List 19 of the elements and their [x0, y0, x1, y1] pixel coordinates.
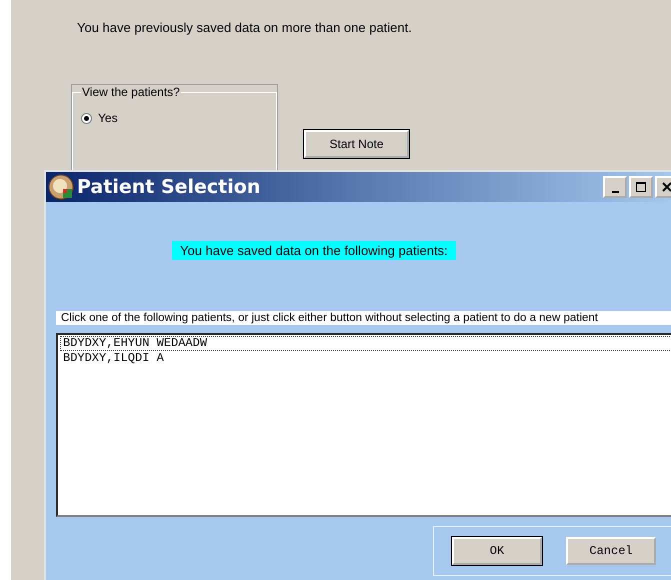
start-note-button[interactable]: Start Note — [304, 130, 409, 158]
maximize-button[interactable] — [629, 176, 653, 198]
patient-list[interactable]: BDYDXY,EHYUN WEDAADW BDYDXY,ILQDI A — [56, 333, 671, 517]
minimize-icon — [612, 191, 618, 193]
radio-option[interactable]: Yes — [81, 111, 268, 125]
window-title: Patient Selection — [77, 176, 262, 198]
message-text: You have previously saved data on more than one patient. — [77, 20, 413, 35]
app-icon — [48, 174, 74, 200]
maximize-icon — [635, 181, 647, 193]
instruction-text: Click one of the following patients, or just click either button without selecting a patient to do a new patient — [56, 311, 671, 325]
patient-item[interactable]: BDYDXY,EHYUN WEDAADW — [60, 336, 671, 351]
dialog-button[interactable]: Cancel — [566, 537, 656, 565]
dialog-button[interactable]: OK — [452, 537, 542, 565]
radio-icon[interactable] — [81, 112, 92, 124]
minimize-button[interactable] — [603, 176, 627, 198]
group-title: View the patients? — [81, 85, 181, 99]
close-icon — [661, 181, 671, 193]
patient-item[interactable]: BDYDXY,ILQDI A — [60, 351, 671, 366]
banner-text: You have saved data on the following patients: — [172, 241, 456, 260]
